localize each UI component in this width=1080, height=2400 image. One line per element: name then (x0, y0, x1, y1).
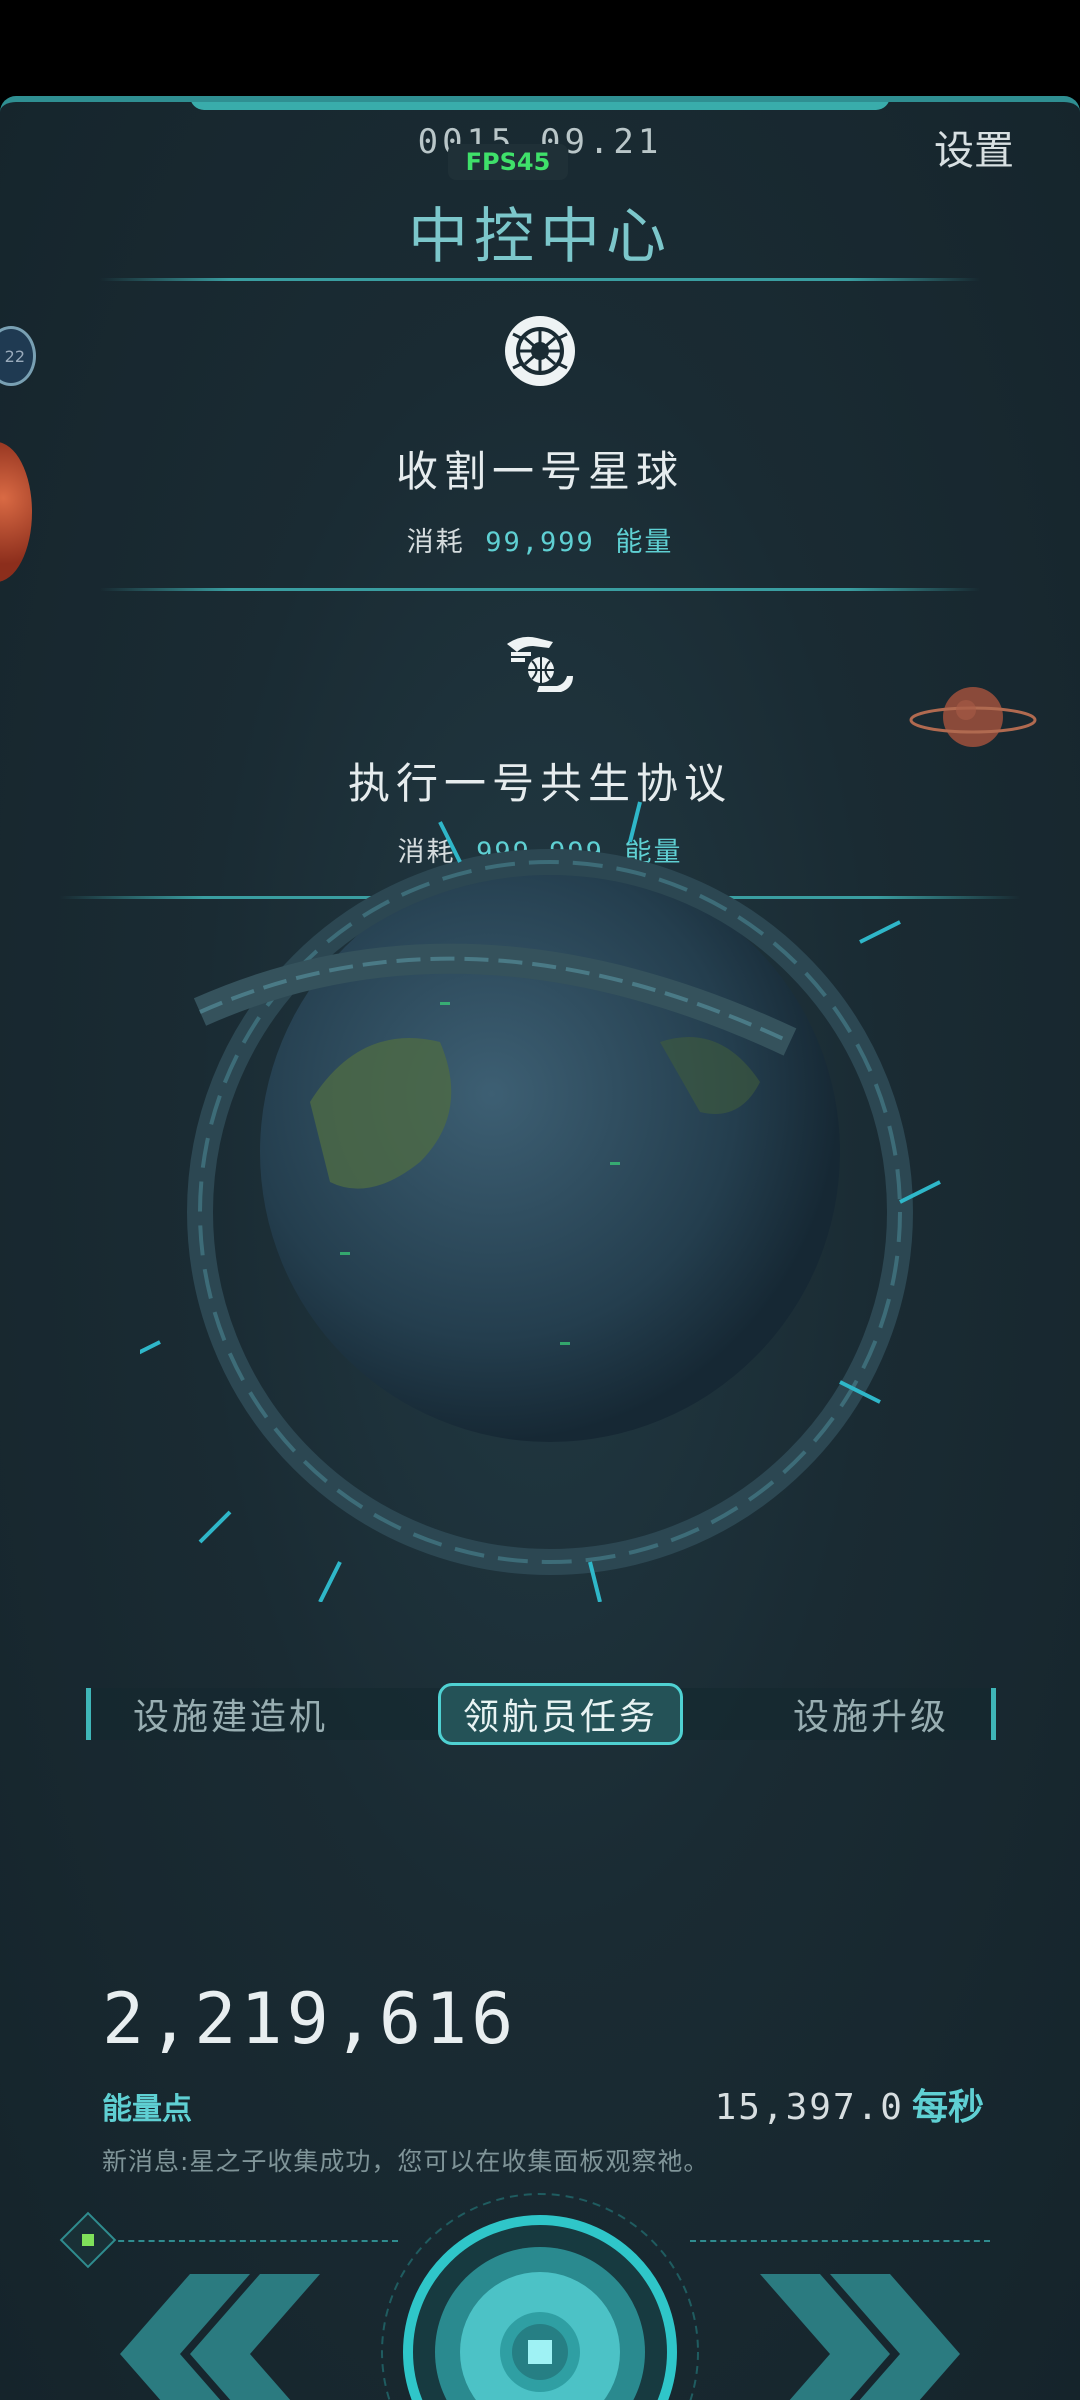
tab-facility-upgrade[interactable]: 设施升级 (771, 1686, 971, 1742)
chevron-right-icon[interactable] (760, 2274, 980, 2400)
control-panel: 0015.09.21 FPS45 设置 中控中心 22 收割一号星球 消耗 99… (0, 96, 1080, 2400)
ringed-planet-icon (908, 672, 1038, 762)
tab-facility-builder[interactable]: 设施建造机 (111, 1686, 350, 1742)
status-bar (0, 0, 1080, 96)
energy-rate-value: 15,397.0 (714, 2087, 904, 2128)
diamond-indicator (82, 2234, 94, 2246)
cost-unit: 能量 (615, 527, 674, 558)
globe-target-icon[interactable] (503, 314, 577, 388)
page-title: 中控中心 (408, 202, 672, 272)
planet-dyson-ring[interactable] (119, 782, 960, 1603)
energy-rate: 15,397.0 每秒 (715, 2078, 984, 2130)
control-line-right (690, 2240, 990, 2242)
energy-points-label: 能量点 (102, 2092, 192, 2127)
task-divider (100, 588, 980, 591)
energy-points-value: 2,219,616 (102, 1978, 518, 2060)
title-divider (100, 278, 980, 281)
chevron-left-icon[interactable] (100, 2274, 320, 2400)
fps-counter: FPS45 (448, 144, 568, 180)
task-harvest-cost: 消耗 99,999 能量 (0, 520, 1080, 559)
hand-globe-icon[interactable] (503, 630, 577, 704)
control-line-left (108, 2240, 398, 2242)
news-message: 新消息:星之子收集成功，您可以在收集面板观察祂。 (102, 2147, 710, 2176)
cost-value: 99,999 (485, 527, 595, 558)
core-action-button[interactable] (376, 2188, 704, 2400)
task-harvest-title[interactable]: 收割一号星球 (0, 438, 1080, 499)
panel-top-accent (190, 102, 890, 110)
cost-label: 消耗 (406, 527, 465, 558)
tab-navigator-tasks[interactable]: 领航员任务 (437, 1683, 683, 1745)
settings-button[interactable]: 设置 (934, 118, 1014, 176)
tab-bar: 设施建造机 领航员任务 设施升级 (86, 1683, 996, 1745)
side-level-badge[interactable]: 22 (0, 326, 36, 386)
energy-rate-unit: 每秒 (911, 2087, 984, 2128)
